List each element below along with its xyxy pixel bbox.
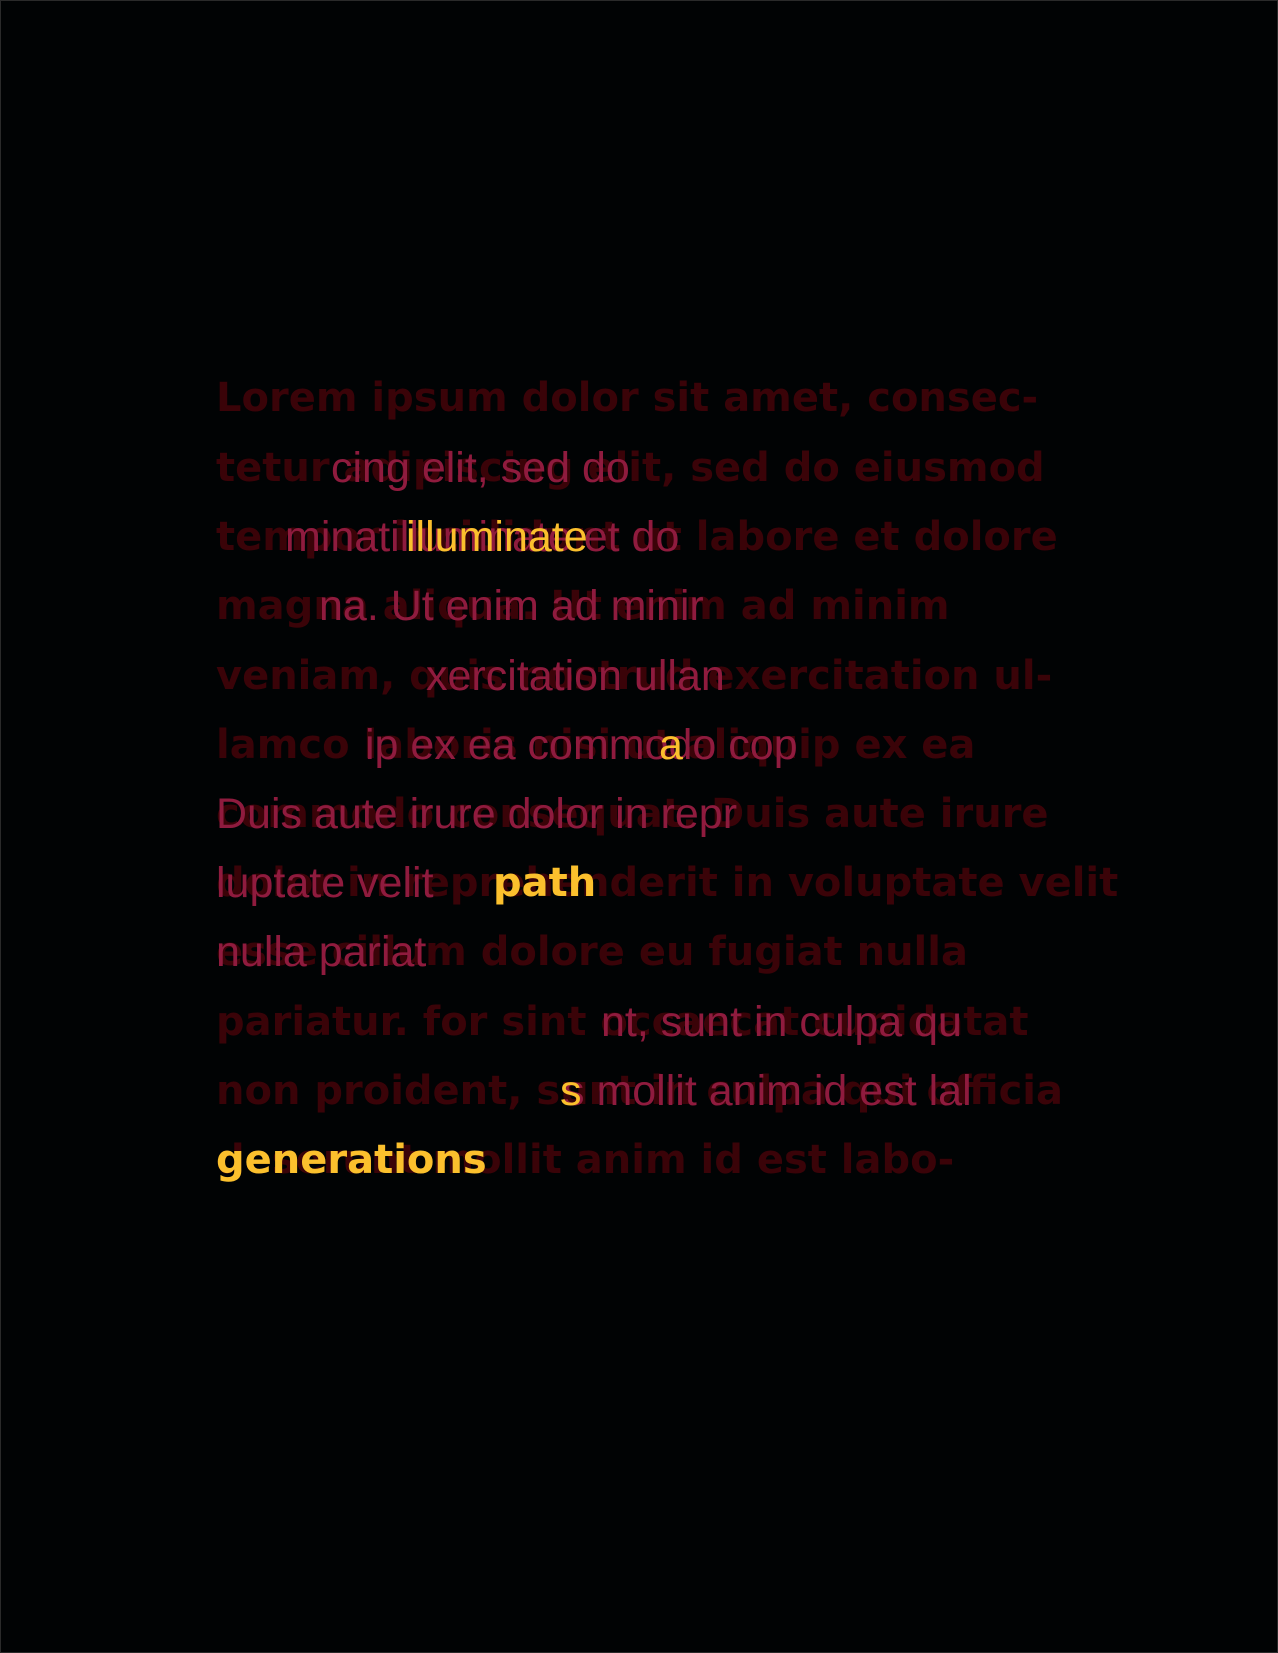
highlighted-words: illuminate a path s generations [1, 1, 1277, 1652]
highlight-word: a [659, 721, 683, 769]
highlight-word: illuminate [406, 513, 588, 561]
highlight-word: generations [216, 1137, 487, 1183]
highlight-word: path [493, 860, 597, 906]
poster-canvas: Lorem ipsum dolor sit amet, consec- tetu… [0, 0, 1278, 1653]
highlight-word: s [560, 1067, 582, 1115]
